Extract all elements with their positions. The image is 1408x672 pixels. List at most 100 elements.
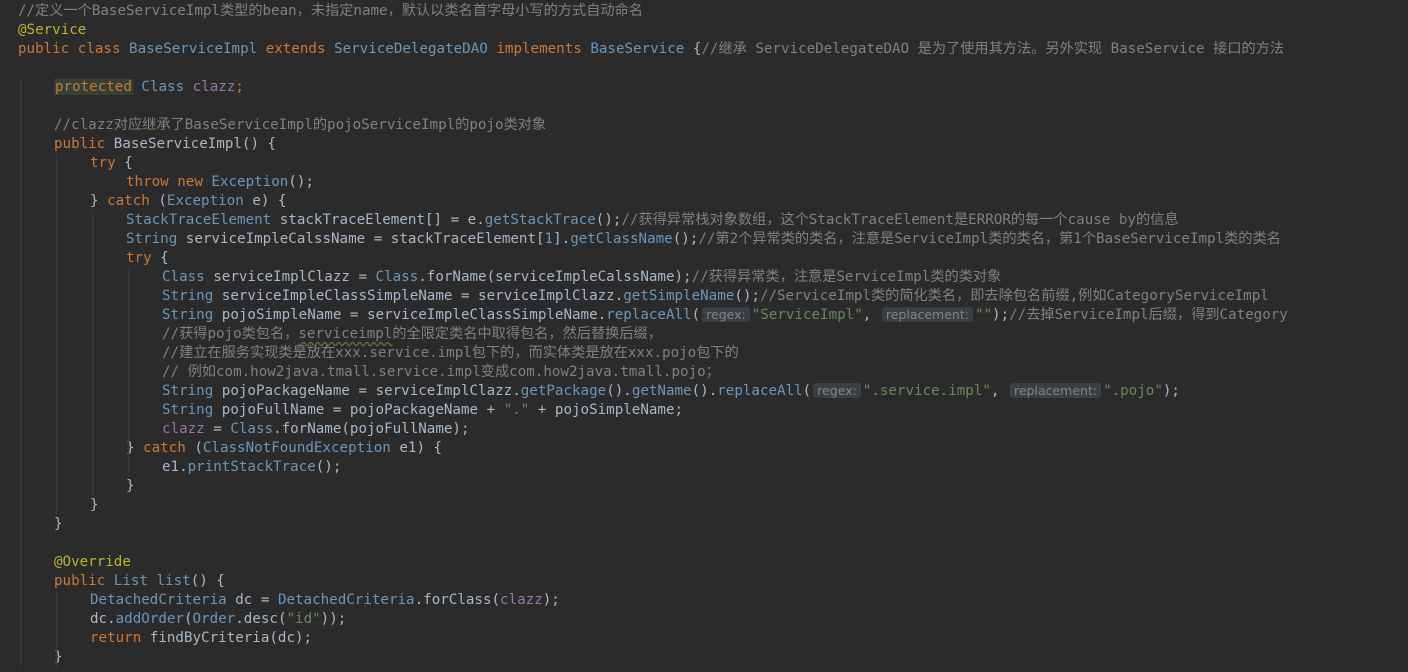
code-token: ]. xyxy=(553,231,571,247)
code-token: //ServiceImpl类的简化类名，即去除包名前缀,例如CategorySe… xyxy=(759,288,1269,304)
code-token: String xyxy=(162,383,222,399)
code-line[interactable] xyxy=(0,59,18,78)
code-token: + pojoSimpleName; xyxy=(529,402,684,418)
code-token: ); xyxy=(542,592,560,608)
parameter-hint: regex: xyxy=(702,307,750,322)
code-line[interactable]: } catch (ClassNotFoundException e1) { xyxy=(0,439,442,458)
code-token: findByCriteria(dc); xyxy=(149,630,313,646)
code-line[interactable]: //clazz对应继承了BaseServiceImpl的pojoServiceI… xyxy=(0,116,546,135)
code-line[interactable]: String serviceImpleClassSimpleName = ser… xyxy=(0,287,1269,306)
code-token: Exception xyxy=(211,174,289,190)
indent-guide xyxy=(20,78,21,667)
code-token: String xyxy=(162,307,222,323)
code-token: StackTraceElement xyxy=(126,212,280,228)
code-token: serviceImpleClassSimpleName = serviceImp… xyxy=(221,288,624,304)
code-token: ".pojo" xyxy=(1103,383,1163,399)
code-token: BaseServiceImpl() { xyxy=(113,136,277,152)
code-line[interactable]: String pojoSimpleName = serviceImpleClas… xyxy=(0,306,1288,325)
code-line[interactable]: //获得pojo类包名，serviceimpl的全限定类名中取得包名，然后替换后… xyxy=(0,325,662,344)
code-token: Exception xyxy=(166,193,253,209)
code-line[interactable]: Class serviceImplClazz = Class.forName(s… xyxy=(0,268,1001,287)
code-line[interactable]: public BaseServiceImpl() { xyxy=(0,135,276,154)
code-token: public xyxy=(54,136,114,152)
code-token: stackTraceElement[] = e. xyxy=(279,212,485,228)
code-token: (); xyxy=(672,231,699,247)
code-token: @Service xyxy=(18,22,87,38)
code-line[interactable]: @Service xyxy=(0,21,86,40)
code-token: DetachedCriteria xyxy=(277,592,415,608)
code-token: .forClass( xyxy=(414,592,501,608)
code-token: String xyxy=(126,231,186,247)
code-line[interactable]: //建立在服务实现类是放在xxx.service.impl包下的，而实体类是放在… xyxy=(0,344,739,363)
code-token: //第2个异常类的类名，注意是ServiceImpl类的类名，第1个BaseSe… xyxy=(698,231,1281,247)
code-token: throw new xyxy=(126,174,212,190)
code-line[interactable]: throw new Exception(); xyxy=(0,173,314,192)
code-line[interactable]: String serviceImpleCalssName = stackTrac… xyxy=(0,230,1281,249)
code-token: clazz xyxy=(162,421,205,437)
code-token: List xyxy=(113,573,157,589)
code-line[interactable] xyxy=(0,534,18,553)
code-line[interactable]: e1.printStackTrace(); xyxy=(0,458,341,477)
code-line[interactable]: String pojoFullName = pojoPackageName + … xyxy=(0,401,683,420)
code-line[interactable]: //定义一个BaseServiceImpl类型的bean，未指定name，默认以… xyxy=(0,2,643,21)
code-token: , xyxy=(862,307,880,323)
code-token: { xyxy=(124,155,133,171)
code-token: ".service.impl" xyxy=(862,383,991,399)
code-line[interactable] xyxy=(0,97,18,116)
code-token: implements xyxy=(496,41,591,57)
code-token: addOrder xyxy=(115,611,184,627)
code-token: 的全限定类名中取得包名，然后替换后缀， xyxy=(392,326,662,342)
code-token: @Override xyxy=(54,554,131,570)
code-line[interactable]: clazz = Class.forName(pojoFullName); xyxy=(0,420,470,439)
code-token: } xyxy=(54,516,63,532)
code-token: ); xyxy=(992,307,1010,323)
code-editor[interactable]: //定义一个BaseServiceImpl类型的bean，未指定name，默认以… xyxy=(0,0,1408,672)
code-token: pojoFullName = pojoPackageName + xyxy=(221,402,504,418)
indent-guide xyxy=(56,591,57,667)
code-token: () { xyxy=(190,573,225,589)
code-token: //获得pojo类包名， xyxy=(162,326,299,342)
code-token: //去掉ServiceImpl后缀，得到Category xyxy=(1009,307,1288,323)
code-token: (). xyxy=(691,383,718,399)
code-token: )); xyxy=(320,611,347,627)
code-token: } xyxy=(126,478,135,494)
code-line[interactable]: public List list() { xyxy=(0,572,225,591)
code-token: //获得异常类，注意是ServiceImpl类的类对象 xyxy=(691,269,1002,285)
code-line[interactable]: dc.addOrder(Order.desc("id")); xyxy=(0,610,346,629)
code-token: getSimpleName xyxy=(623,288,735,304)
code-line[interactable]: } xyxy=(0,515,63,534)
code-token: (); xyxy=(734,288,760,304)
code-line[interactable]: } catch (Exception e) { xyxy=(0,192,286,211)
code-token: pojoSimpleName = serviceImpleClassSimple… xyxy=(221,307,607,323)
code-token: // 例如com.how2java.tmall.service.impl变成co… xyxy=(162,364,720,380)
code-token: String xyxy=(162,402,222,418)
parameter-hint: replacement: xyxy=(1010,383,1102,398)
code-line[interactable]: } xyxy=(0,648,63,667)
code-token: replaceAll xyxy=(606,307,692,323)
code-token: replaceAll xyxy=(717,383,803,399)
code-token: e) { xyxy=(252,193,287,209)
code-token: e1. xyxy=(162,459,188,475)
code-token: catch xyxy=(143,440,195,456)
code-line[interactable]: DetachedCriteria dc = DetachedCriteria.f… xyxy=(0,591,560,610)
code-line[interactable]: return findByCriteria(dc); xyxy=(0,629,312,648)
code-token: protected xyxy=(54,79,133,95)
code-token: clazz xyxy=(500,592,543,608)
code-token: dc = xyxy=(235,592,278,608)
code-token: .desc( xyxy=(235,611,287,627)
code-token: } xyxy=(90,497,99,513)
code-line[interactable]: protected Class clazz; xyxy=(0,78,244,97)
indent-guide xyxy=(92,211,93,496)
code-token: BaseService xyxy=(590,41,693,57)
code-token: extends xyxy=(265,41,335,57)
code-line[interactable]: String pojoPackageName = serviceImplClaz… xyxy=(0,382,1180,401)
code-token: //clazz对应继承了BaseServiceImpl的pojoServiceI… xyxy=(54,117,547,133)
code-line[interactable]: // 例如com.how2java.tmall.service.impl变成co… xyxy=(0,363,720,382)
code-token: Class xyxy=(375,269,419,285)
code-line[interactable]: try { xyxy=(0,249,169,268)
code-token: String xyxy=(162,288,222,304)
code-token: "ServiceImpl" xyxy=(751,307,863,323)
code-line[interactable]: public class BaseServiceImpl extends Ser… xyxy=(0,40,1284,59)
code-line[interactable]: } xyxy=(0,496,99,515)
code-line[interactable]: StackTraceElement stackTraceElement[] = … xyxy=(0,211,1179,230)
